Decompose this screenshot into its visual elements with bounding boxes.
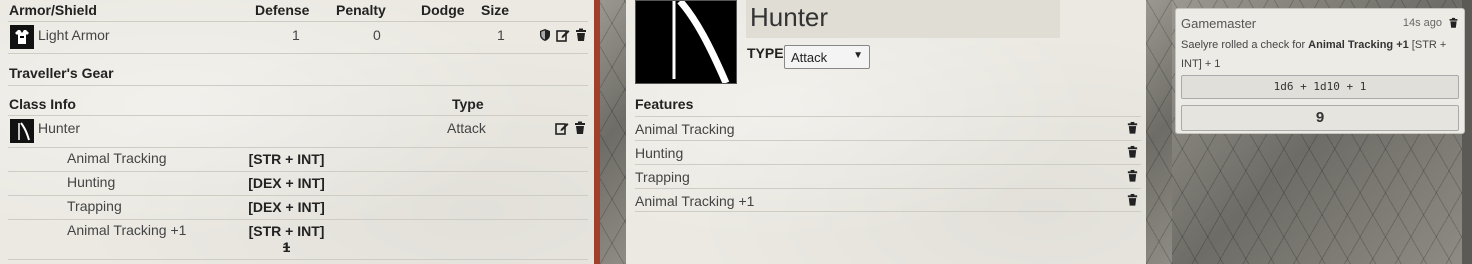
class-actions — [555, 121, 587, 135]
armor-item-row[interactable]: Light Armor 1 0 1 — [8, 22, 588, 54]
map-background-mid — [1146, 0, 1172, 264]
detail-feature-row[interactable]: Trapping — [635, 164, 1141, 188]
chat-timestamp: 14s ago — [1402, 17, 1442, 29]
feature-stat: [DEX + INT] — [248, 175, 325, 191]
feature-name: Animal Tracking +1 — [67, 222, 187, 238]
edit-icon[interactable] — [555, 121, 569, 135]
class-feature-row[interactable]: Trapping [DEX + INT] — [8, 196, 588, 220]
type-select[interactable]: Attack ▼ — [784, 45, 870, 69]
armor-header-name: Armor/Shield — [9, 2, 97, 18]
panel-resize-edge[interactable] — [594, 0, 600, 264]
class-feature-row[interactable]: Animal Tracking [STR + INT] — [8, 148, 588, 172]
chat-sender: Gamemaster — [1181, 16, 1257, 31]
class-icon — [10, 119, 34, 143]
class-title[interactable]: Hunter — [746, 0, 1060, 38]
armor-item-actions — [538, 28, 588, 42]
chat-message-text: Saelyre rolled a check for Animal Tracki… — [1181, 36, 1461, 74]
feature-stat-line2: 1 — [282, 239, 291, 255]
detail-feature-name: Hunting — [635, 145, 684, 161]
class-name: Hunter — [38, 120, 81, 136]
class-type: Attack — [447, 120, 486, 136]
type-select-value: Attack — [791, 50, 828, 65]
shield-icon[interactable] — [538, 28, 552, 42]
detail-feature-row[interactable]: Animal Tracking — [635, 116, 1141, 140]
trash-icon[interactable] — [1448, 16, 1459, 34]
chat-msg-check: Animal Tracking +1 — [1308, 39, 1409, 51]
feature-name: Trapping — [67, 198, 122, 214]
detail-feature-name: Trapping — [635, 169, 690, 185]
class-info-header-type: Type — [452, 96, 484, 112]
detail-feature-name: Animal Tracking — [635, 121, 735, 137]
class-icon — [672, 0, 730, 85]
trash-icon[interactable] — [1126, 121, 1139, 138]
armor-header-size: Size — [481, 2, 510, 18]
travellers-gear-row[interactable]: Traveller's Gear — [8, 54, 588, 86]
class-info-header-row: Class Info Type — [8, 86, 588, 116]
class-portrait[interactable] — [635, 0, 737, 85]
detail-feature-row[interactable]: Animal Tracking +1 — [635, 188, 1141, 212]
class-feature-row[interactable]: Animal Tracking +1 [STR + INT] + 1 — [8, 220, 588, 260]
travellers-gear-label: Traveller's Gear — [9, 65, 114, 81]
detail-feature-row[interactable]: Hunting — [635, 140, 1141, 164]
chat-message-card[interactable]: Gamemaster 14s ago Saelyre rolled a chec… — [1175, 8, 1465, 134]
armor-header-defense: Defense — [255, 2, 310, 18]
armor-item-defense: 1 — [292, 27, 300, 43]
armor-item-penalty: 0 — [373, 27, 381, 43]
feature-stat: [STR + INT] — [248, 151, 325, 167]
armor-header-row: Armor/Shield Defense Penalty Dodge Size — [8, 0, 588, 22]
map-background-left — [598, 0, 626, 264]
class-row[interactable]: Hunter Attack — [8, 116, 588, 148]
class-info-header-name: Class Info — [9, 96, 76, 112]
armor-item-size: 1 — [497, 27, 505, 43]
type-label: TYPE — [747, 45, 784, 61]
detail-feature-name: Animal Tracking +1 — [635, 193, 755, 209]
trash-icon[interactable] — [574, 28, 588, 42]
trash-icon[interactable] — [1126, 193, 1139, 210]
armor-item-name: Light Armor — [38, 27, 110, 43]
trash-icon[interactable] — [573, 121, 587, 135]
roll-total: 9 — [1181, 105, 1459, 131]
feature-stat: [DEX + INT] — [248, 199, 325, 215]
trash-icon[interactable] — [1126, 169, 1139, 186]
feature-name: Animal Tracking — [67, 150, 167, 166]
class-feature-row[interactable]: Hunting [DEX + INT] — [8, 172, 588, 196]
armor-header-penalty: Penalty — [336, 2, 386, 18]
chevron-down-icon: ▼ — [853, 50, 863, 61]
dice-formula: 1d6 + 1d10 + 1 — [1181, 75, 1459, 99]
features-heading: Features — [635, 96, 694, 112]
edit-icon[interactable] — [556, 28, 570, 42]
chat-msg-prefix: Saelyre rolled a check for — [1181, 39, 1309, 51]
trash-icon[interactable] — [1126, 145, 1139, 162]
feature-name: Hunting — [67, 174, 116, 190]
armor-header-dodge: Dodge — [421, 2, 465, 18]
armor-icon — [10, 25, 34, 49]
